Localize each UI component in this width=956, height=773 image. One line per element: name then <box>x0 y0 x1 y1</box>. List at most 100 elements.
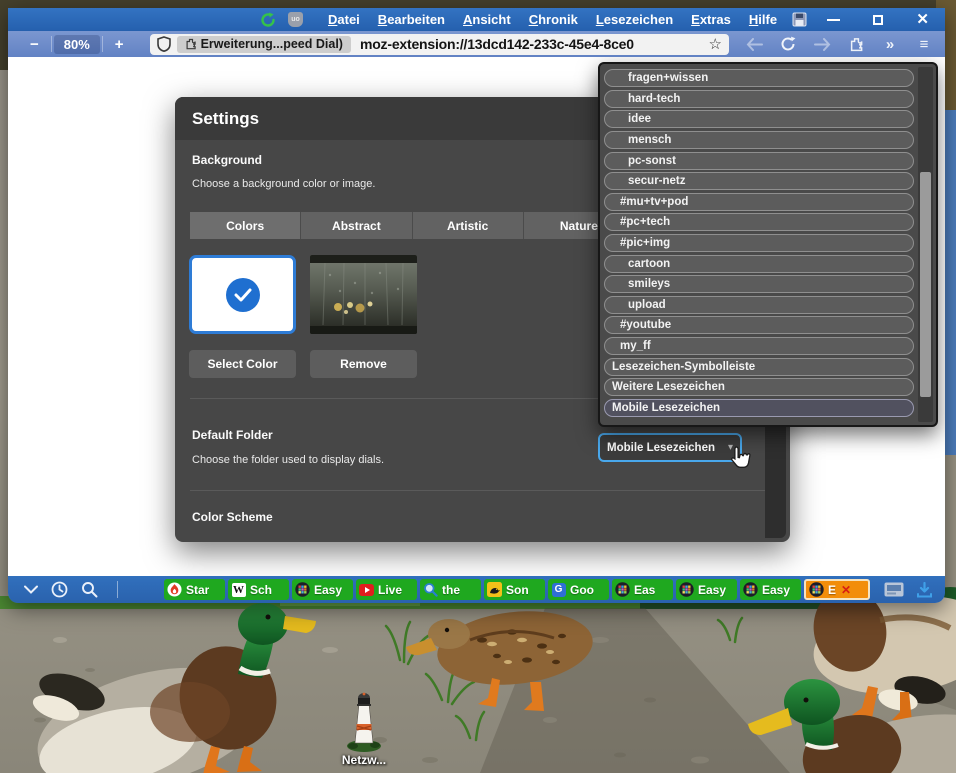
folder-option[interactable]: fragen+wissen <box>604 69 914 87</box>
default-folder-description: Choose the folder used to display dials. <box>192 454 384 466</box>
desktop-shortcut-network[interactable]: Netzw... <box>328 690 400 767</box>
checkmark-icon <box>226 278 260 312</box>
extensions-puzzle-icon[interactable] <box>845 37 867 52</box>
remove-button[interactable]: Remove <box>310 350 417 378</box>
folder-option[interactable]: Lesezeichen-Symbolleiste <box>604 358 914 376</box>
folder-option[interactable]: upload <box>604 296 914 314</box>
screen: Netzw... uo Datei Bearbeiten Ansicht Chr… <box>0 0 956 773</box>
bookmark-label: E <box>828 583 836 597</box>
folder-option-selected[interactable]: Mobile Lesezeichen <box>604 399 914 417</box>
folder-option[interactable]: smileys <box>604 275 914 293</box>
bookmark-button[interactable]: G Goo <box>548 579 609 600</box>
folder-option[interactable]: #pc+tech <box>604 213 914 231</box>
dropdown-scrollbar[interactable] <box>918 67 933 422</box>
bookmark-star-icon[interactable]: ☆ <box>709 37 722 52</box>
screen-share-icon[interactable] <box>884 582 904 597</box>
folder-option[interactable]: mensch <box>604 131 914 149</box>
menu-extras[interactable]: Extras <box>682 12 740 27</box>
bookmark-button[interactable]: Easy <box>676 579 737 600</box>
overflow-chevron-icon[interactable]: » <box>879 37 901 52</box>
background-heading: Background <box>192 153 262 167</box>
close-bookmark-icon[interactable]: ✕ <box>841 583 851 597</box>
save-session-icon[interactable] <box>792 12 807 27</box>
forward-button[interactable] <box>811 38 833 51</box>
navigation-bar: − 80% + Erweiterung...peed Dial) moz-ext… <box>8 31 945 57</box>
bookmark-button[interactable]: Son <box>484 579 545 600</box>
minimize-button[interactable] <box>827 19 840 21</box>
url-bar[interactable]: Erweiterung...peed Dial) moz-extension:/… <box>150 34 729 55</box>
zoom-in-button[interactable]: + <box>103 36 136 53</box>
menu-ansicht[interactable]: Ansicht <box>454 12 520 27</box>
folder-option[interactable]: Weitere Lesezeichen <box>604 378 914 396</box>
extension-tab-chip[interactable]: Erweiterung...peed Dial) <box>177 36 351 53</box>
bookmark-button[interactable]: Easy <box>740 579 801 600</box>
magnifier-icon <box>423 582 438 597</box>
search-icon[interactable] <box>81 581 98 598</box>
folder-option[interactable]: idee <box>604 110 914 128</box>
menu-hilfe[interactable]: Hilfe <box>740 12 786 27</box>
menubar: Datei Bearbeiten Ansicht Chronik Lesezei… <box>319 12 786 27</box>
url-text[interactable]: moz-extension://13dcd142-233c-45e4-8ce0 <box>360 36 705 52</box>
bookmark-label: Eas <box>634 583 655 597</box>
close-button[interactable]: ✕ <box>916 12 929 27</box>
menu-lesezeichen[interactable]: Lesezeichen <box>587 12 682 27</box>
menu-datei[interactable]: Datei <box>319 12 369 27</box>
menu-chronik[interactable]: Chronik <box>520 12 587 27</box>
page-content: Settings Background Choose a background … <box>8 57 945 576</box>
menu-bearbeiten[interactable]: Bearbeiten <box>369 12 454 27</box>
bookmark-label: the <box>442 583 460 597</box>
folder-option[interactable]: #mu+tv+pod <box>604 193 914 211</box>
dialog-title: Settings <box>192 109 259 129</box>
bookmark-button[interactable]: W Sch <box>228 579 289 600</box>
bookmark-label: Easy <box>314 583 342 597</box>
grid-icon <box>679 582 694 597</box>
tab-abstract[interactable]: Abstract <box>301 212 412 239</box>
history-clock-icon[interactable] <box>51 581 68 598</box>
maximize-button[interactable] <box>873 15 883 25</box>
tab-colors[interactable]: Colors <box>190 212 301 239</box>
bookmark-label: Easy <box>698 583 726 597</box>
folder-option[interactable]: my_ff <box>604 337 914 355</box>
hamburger-menu-icon[interactable]: ≡ <box>913 37 935 52</box>
adblock-shield-icon[interactable]: uo <box>288 12 303 27</box>
separator <box>117 581 118 598</box>
chevron-down-icon[interactable] <box>24 585 38 594</box>
zoom-level: 80% <box>54 35 100 54</box>
hand-cursor <box>727 445 751 473</box>
bookmark-button[interactable]: Star <box>164 579 225 600</box>
separator <box>51 36 52 52</box>
download-icon[interactable] <box>916 582 933 598</box>
titlebar: uo Datei Bearbeiten Ansicht Chronik Lese… <box>8 8 945 31</box>
bookmark-button[interactable]: Eas <box>612 579 673 600</box>
default-folder-select[interactable]: Mobile Lesezeichen ▾ <box>598 433 742 462</box>
tab-artistic[interactable]: Artistic <box>413 212 524 239</box>
zoom-out-button[interactable]: − <box>18 36 51 53</box>
folder-option[interactable]: cartoon <box>604 255 914 273</box>
translate-icon: G <box>551 582 566 597</box>
folder-option[interactable]: pc-sonst <box>604 152 914 170</box>
bookmark-button[interactable]: Live <box>356 579 417 600</box>
extension-green-swirl-icon[interactable] <box>260 12 276 28</box>
tracking-protection-shield-icon[interactable] <box>157 36 171 52</box>
bookmark-button[interactable]: Easy <box>292 579 353 600</box>
background-image-thumbnail[interactable] <box>310 255 417 334</box>
folder-option[interactable]: #youtube <box>604 316 914 334</box>
reload-button[interactable] <box>777 36 799 52</box>
selected-folder-value: Mobile Lesezeichen <box>607 442 728 454</box>
wikipedia-icon: W <box>231 582 246 597</box>
dropdown-scrollbar-thumb[interactable] <box>920 172 931 397</box>
folder-option[interactable]: #pic+img <box>604 234 914 252</box>
bookmark-buttons: Star W Sch Easy Live <box>164 579 873 600</box>
color-swatch-selected[interactable] <box>189 255 296 334</box>
bookmark-label: Easy <box>762 583 790 597</box>
folder-option[interactable]: secur-netz <box>604 172 914 190</box>
back-button[interactable] <box>743 38 765 51</box>
puzzle-piece-icon <box>185 38 197 50</box>
grid-icon <box>743 582 758 597</box>
bookmark-button[interactable]: the <box>420 579 481 600</box>
select-color-button[interactable]: Select Color <box>189 350 296 378</box>
bookmark-button-active[interactable]: E ✕ <box>804 579 870 600</box>
folder-option[interactable]: hard-tech <box>604 90 914 108</box>
section-divider <box>190 490 765 491</box>
youtube-icon <box>359 582 374 597</box>
